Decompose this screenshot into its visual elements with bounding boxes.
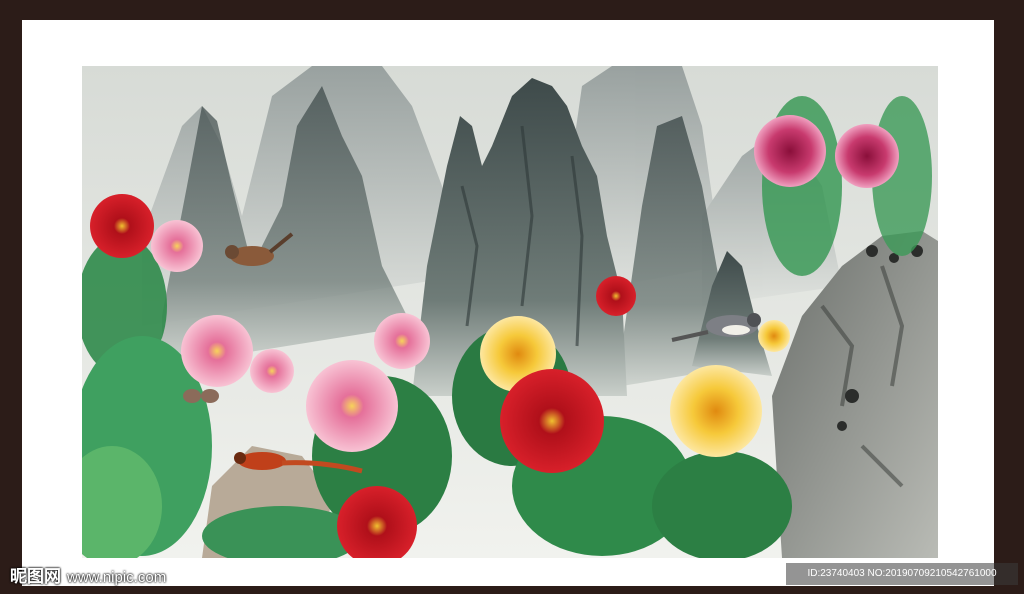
landscape-painting (82, 66, 938, 558)
peony-flower-icon (90, 194, 154, 258)
peony-flower-icon (181, 315, 253, 387)
peony-flower-icon (596, 276, 636, 316)
peony-flower-icon (754, 115, 826, 187)
watermark-url: www.nipic.com (67, 569, 167, 586)
peony-flower-icon (151, 220, 203, 272)
watermark-id: ID:23740403 NO:20190709210542761000 (786, 563, 1018, 585)
watermark-site: 昵图网 www.nipic.com (10, 562, 166, 587)
peony-flower-icon (670, 365, 762, 457)
painting-canvas (82, 66, 938, 558)
peony-flower-icon (250, 349, 294, 393)
peony-flower-icon (758, 320, 790, 352)
peony-flower-icon (374, 313, 430, 369)
peony-flower-icon (306, 360, 398, 452)
watermark-logo: 昵图网 (10, 567, 61, 586)
peony-flower-icon (835, 124, 899, 188)
peony-flower-icon (500, 369, 604, 473)
